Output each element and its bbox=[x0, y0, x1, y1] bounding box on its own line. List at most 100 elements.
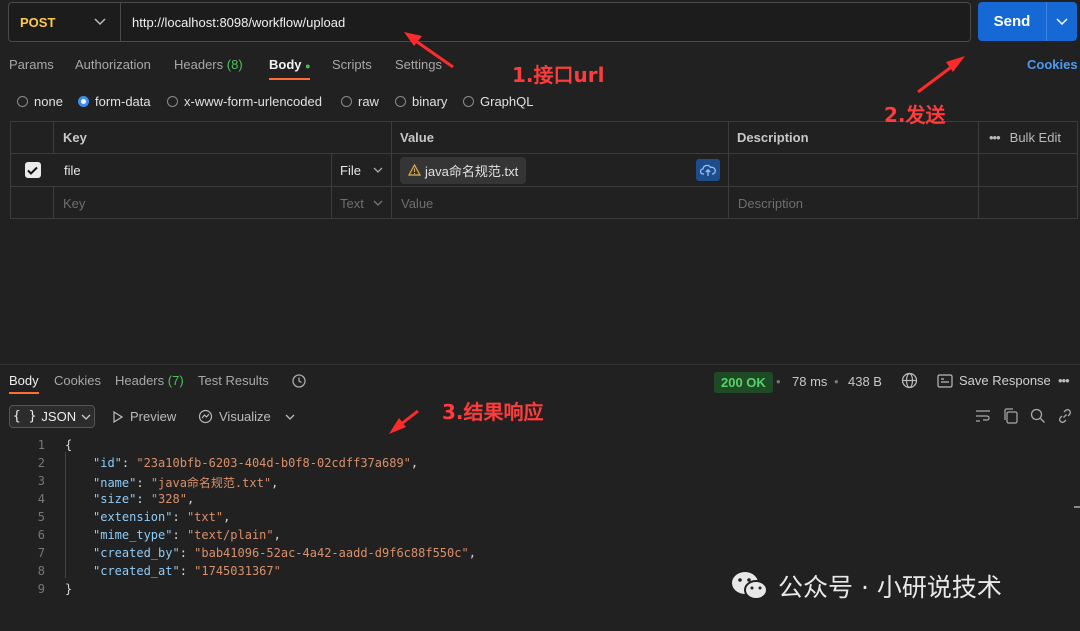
save-response-button[interactable]: Save Response bbox=[937, 373, 1051, 388]
radio-selected-icon bbox=[78, 96, 89, 107]
json-value: "txt" bbox=[186, 510, 224, 524]
search-icon[interactable] bbox=[1030, 408, 1046, 424]
method-select[interactable]: POST bbox=[9, 3, 121, 41]
tab-body[interactable]: Body ● bbox=[269, 57, 311, 72]
preview-label: Preview bbox=[130, 409, 177, 424]
response-divider bbox=[0, 364, 1080, 365]
format-select[interactable]: { } JSON bbox=[9, 405, 95, 428]
globe-icon[interactable] bbox=[901, 372, 918, 389]
radio-icon bbox=[463, 96, 474, 107]
response-size: 438 B bbox=[848, 374, 882, 389]
chevron-down-icon bbox=[373, 200, 383, 206]
description-placeholder[interactable]: Description bbox=[729, 187, 979, 219]
play-icon bbox=[113, 410, 123, 423]
link-icon[interactable] bbox=[1057, 408, 1073, 424]
type-select[interactable]: File bbox=[332, 154, 392, 186]
annotation-step2: 2.发送 bbox=[884, 103, 946, 127]
row-enabled-checkbox[interactable] bbox=[24, 162, 41, 178]
body-type-label: none bbox=[34, 94, 63, 109]
type-label: Text bbox=[340, 195, 364, 211]
line-number: 2 bbox=[37, 456, 45, 470]
bulk-edit-button[interactable]: ••• Bulk Edit bbox=[979, 122, 1077, 153]
body-type-raw[interactable]: raw bbox=[341, 94, 379, 109]
chevron-down-icon bbox=[94, 18, 106, 26]
body-type-label: raw bbox=[358, 94, 379, 109]
chevron-down-icon bbox=[373, 167, 383, 173]
radio-icon bbox=[395, 96, 406, 107]
radio-icon bbox=[167, 96, 178, 107]
tab-scripts[interactable]: Scripts bbox=[332, 57, 372, 72]
value-placeholder[interactable]: Value bbox=[392, 187, 729, 219]
resp-tab-cookies[interactable]: Cookies bbox=[54, 373, 101, 388]
row-check-cell bbox=[11, 187, 54, 219]
resp-tab-test-results[interactable]: Test Results bbox=[198, 373, 269, 388]
body-type-none[interactable]: none bbox=[17, 94, 63, 109]
body-type-binary[interactable]: binary bbox=[395, 94, 447, 109]
annotation-step1: 1.接口url bbox=[512, 63, 605, 87]
key-cell[interactable]: file bbox=[54, 154, 332, 186]
radio-icon bbox=[341, 96, 352, 107]
more-options-icon[interactable]: ••• bbox=[1058, 373, 1070, 388]
file-chip[interactable]: java命名规范.txt bbox=[400, 156, 527, 184]
cookies-link[interactable]: Cookies bbox=[1027, 57, 1078, 72]
header-value: Value bbox=[392, 122, 729, 153]
wrap-lines-icon[interactable] bbox=[975, 409, 991, 423]
form-data-table: Key Value Description ••• Bulk Edit file… bbox=[10, 121, 1078, 219]
warning-icon bbox=[408, 164, 421, 176]
active-tab-underline bbox=[9, 392, 39, 394]
resp-headers-label: Headers bbox=[115, 373, 165, 388]
chevron-down-icon[interactable] bbox=[285, 414, 295, 420]
line-number: 7 bbox=[37, 546, 45, 560]
table-row: file File java命名规范.txt bbox=[11, 154, 1077, 187]
visualize-button[interactable]: Visualize bbox=[198, 409, 271, 424]
body-type-label: binary bbox=[412, 94, 448, 109]
resp-tab-body[interactable]: Body bbox=[9, 373, 39, 388]
url-input[interactable] bbox=[121, 14, 970, 30]
indent-guide bbox=[65, 452, 66, 578]
description-cell[interactable] bbox=[729, 154, 979, 186]
save-response-label: Save Response bbox=[959, 373, 1051, 388]
type-select[interactable]: Text bbox=[332, 187, 392, 219]
json-line: "id": "23a10bfb-6203-404d-b0f8-02cdff37a… bbox=[93, 456, 419, 470]
visualize-icon bbox=[198, 409, 213, 424]
send-button[interactable]: Send bbox=[978, 2, 1077, 41]
row-actions-cell bbox=[979, 187, 1077, 219]
active-tab-underline bbox=[269, 78, 310, 80]
json-close-brace: } bbox=[65, 582, 73, 596]
scrollbar[interactable] bbox=[1070, 440, 1080, 590]
tab-authorization[interactable]: Authorization bbox=[75, 57, 151, 72]
resp-headers-count: (7) bbox=[167, 373, 184, 388]
json-key: "name" bbox=[93, 476, 137, 490]
history-icon[interactable] bbox=[291, 373, 307, 389]
separator-dot: • bbox=[776, 374, 781, 389]
upload-cloud-button[interactable] bbox=[696, 159, 720, 181]
key-placeholder[interactable]: Key bbox=[54, 187, 332, 219]
response-time: 78 ms bbox=[792, 374, 828, 389]
line-number: 4 bbox=[37, 492, 45, 506]
format-label: JSON bbox=[41, 409, 77, 424]
body-type-form-data[interactable]: form-data bbox=[78, 94, 151, 109]
value-cell: java命名规范.txt bbox=[392, 154, 729, 186]
tab-settings[interactable]: Settings bbox=[395, 57, 442, 72]
separator-dot: • bbox=[834, 374, 839, 389]
cloud-upload-icon bbox=[700, 164, 716, 176]
bulk-edit-label: Bulk Edit bbox=[1009, 130, 1061, 145]
json-line: "size": "328", bbox=[93, 492, 195, 506]
json-key: "extension" bbox=[93, 510, 173, 524]
body-type-urlencoded[interactable]: x-www-form-urlencoded bbox=[167, 94, 322, 109]
tab-headers-label: Headers bbox=[174, 57, 224, 72]
body-type-label: x-www-form-urlencoded bbox=[184, 94, 322, 109]
tab-headers[interactable]: Headers (8) bbox=[174, 57, 243, 72]
wechat-icon bbox=[732, 572, 768, 600]
json-key: "id" bbox=[93, 456, 122, 470]
resp-tab-headers[interactable]: Headers (7) bbox=[115, 373, 184, 388]
send-options-button[interactable] bbox=[1046, 2, 1077, 41]
json-value: "1745031367" bbox=[194, 564, 281, 578]
send-label[interactable]: Send bbox=[978, 2, 1046, 41]
request-bar: POST bbox=[8, 2, 971, 42]
body-type-graphql[interactable]: GraphQL bbox=[463, 94, 533, 109]
tab-params[interactable]: Params bbox=[9, 57, 54, 72]
copy-icon[interactable] bbox=[1003, 408, 1018, 424]
header-check-cell bbox=[11, 122, 54, 153]
preview-button[interactable]: Preview bbox=[113, 409, 176, 424]
